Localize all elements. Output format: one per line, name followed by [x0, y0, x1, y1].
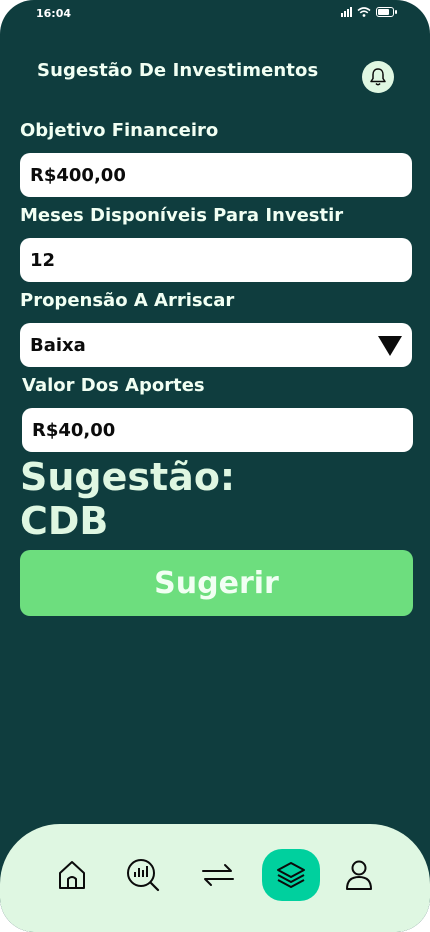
suggest-button[interactable]: Sugerir [20, 550, 413, 616]
app-screen: 16:04 Sugestão De Investimentos Objetivo… [0, 0, 430, 932]
profile-icon [346, 860, 372, 890]
bottom-navbar [0, 824, 430, 932]
goal-label: Objetivo Financeiro [20, 120, 219, 141]
battery-icon [376, 7, 397, 17]
contribution-input[interactable] [32, 419, 413, 441]
nav-home[interactable] [43, 849, 101, 901]
goal-field[interactable] [20, 153, 412, 197]
months-field[interactable] [20, 238, 412, 282]
contribution-field[interactable] [22, 408, 413, 452]
nav-profile[interactable] [330, 849, 388, 901]
nav-transfer[interactable] [189, 849, 247, 901]
contribution-label: Valor Dos Aportes [22, 375, 205, 396]
transfer-icon [202, 864, 234, 886]
wifi-icon [357, 7, 371, 17]
bell-icon [370, 68, 386, 86]
risk-label: Propensão A Arriscar [20, 290, 235, 311]
dropdown-arrow-icon[interactable] [378, 336, 402, 356]
months-label: Meses Disponíveis Para Investir [20, 205, 344, 226]
signal-icon [341, 7, 352, 17]
home-icon [59, 861, 85, 889]
months-input[interactable] [30, 249, 412, 271]
risk-select[interactable]: Baixa [20, 323, 412, 367]
goal-input[interactable] [30, 164, 412, 186]
layers-icon [277, 862, 305, 888]
suggestion-value: CDB [20, 499, 109, 543]
nav-analysis[interactable] [114, 849, 172, 901]
status-icons [341, 7, 397, 17]
risk-selected-value: Baixa [30, 334, 86, 356]
status-bar: 16:04 [0, 0, 430, 28]
notification-button[interactable] [362, 61, 394, 93]
suggestion-result: Sugestão: CDB [20, 455, 235, 543]
page-title: Sugestão De Investimentos [37, 60, 319, 81]
suggestion-label: Sugestão: [20, 455, 236, 499]
analysis-icon [127, 859, 160, 892]
status-time: 16:04 [36, 7, 72, 20]
nav-categories[interactable] [262, 849, 320, 901]
